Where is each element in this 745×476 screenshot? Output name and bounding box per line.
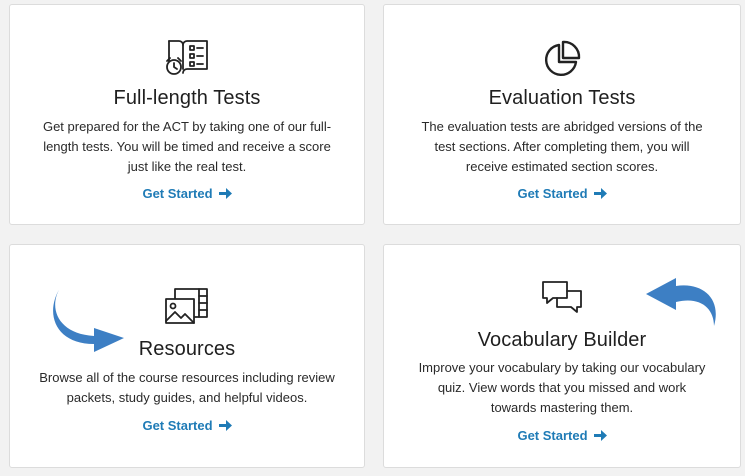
- get-started-label: Get Started: [517, 186, 588, 201]
- card-title: Full-length Tests: [113, 87, 261, 109]
- card-full-length-tests: Full-length Tests Get prepared for the A…: [9, 4, 365, 225]
- get-started-label: Get Started: [517, 428, 588, 443]
- arrow-right-icon: [593, 188, 607, 199]
- get-started-link[interactable]: Get Started: [10, 186, 364, 201]
- media-icon: [165, 288, 208, 324]
- card-description: Browse all of the course resources inclu…: [39, 370, 335, 405]
- annotation-curved-arrow-left: [53, 288, 124, 352]
- card-title: Vocabulary Builder: [477, 329, 647, 351]
- get-started-link[interactable]: Get Started: [384, 186, 740, 201]
- get-started-label: Get Started: [142, 418, 213, 433]
- card-description: Improve your vocabulary by taking our vo…: [418, 360, 706, 415]
- annotation-curved-arrow-right: [646, 278, 716, 326]
- card-evaluation-tests: Evaluation Tests The evaluation tests ar…: [383, 4, 741, 225]
- get-started-link[interactable]: Get Started: [384, 428, 740, 443]
- card-resources: Resources Browse all of the course resou…: [9, 244, 365, 468]
- arrow-right-icon: [593, 430, 607, 441]
- arrow-right-icon: [218, 420, 232, 431]
- arrow-right-icon: [218, 188, 232, 199]
- pie-chart-icon: [544, 40, 581, 77]
- get-started-label: Get Started: [142, 186, 213, 201]
- card-title: Evaluation Tests: [488, 87, 636, 109]
- chat-bubbles-icon: [542, 281, 582, 313]
- card-description: The evaluation tests are abridged versio…: [421, 119, 703, 174]
- card-description: Get prepared for the ACT by taking one o…: [42, 119, 332, 174]
- book-clock-icon: [166, 40, 208, 75]
- get-started-link[interactable]: Get Started: [10, 418, 364, 433]
